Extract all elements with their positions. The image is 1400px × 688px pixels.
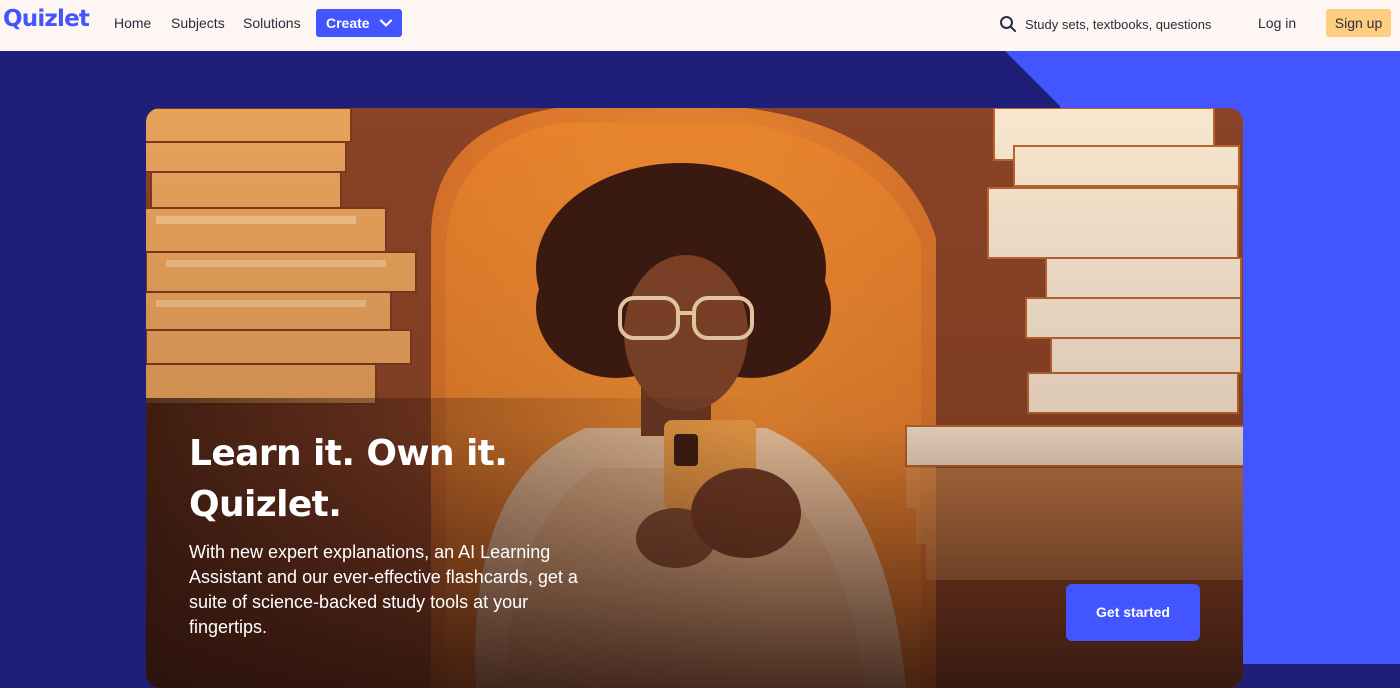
signup-button[interactable]: Sign up	[1326, 9, 1391, 37]
create-button[interactable]: Create	[316, 9, 402, 37]
nav-home-link[interactable]: Home	[114, 15, 151, 31]
hero-banner: Learn it. Own it. Quizlet. With new expe…	[146, 108, 1243, 688]
nav-subjects-link[interactable]: Subjects	[171, 15, 225, 31]
hero-title-line-1: Learn it. Own it.	[189, 433, 508, 474]
search-input[interactable]: Study sets, textbooks, questions	[999, 12, 1219, 36]
search-icon	[999, 15, 1017, 33]
search-placeholder: Study sets, textbooks, questions	[1025, 16, 1212, 32]
hero-title: Learn it. Own it. Quizlet.	[189, 428, 749, 530]
get-started-button[interactable]: Get started	[1066, 584, 1200, 641]
quizlet-logo[interactable]: Quizlet	[3, 6, 90, 32]
hero-description: With new expert explanations, an AI Lear…	[189, 542, 578, 637]
hero-title-line-2: Quizlet.	[189, 484, 342, 525]
chevron-down-icon	[379, 16, 393, 30]
create-button-label: Create	[326, 15, 370, 31]
top-navigation-bar: Quizlet Home Subjects Solutions Create S…	[0, 0, 1400, 51]
nav-solutions-link[interactable]: Solutions	[243, 15, 301, 31]
login-link[interactable]: Log in	[1258, 15, 1296, 31]
